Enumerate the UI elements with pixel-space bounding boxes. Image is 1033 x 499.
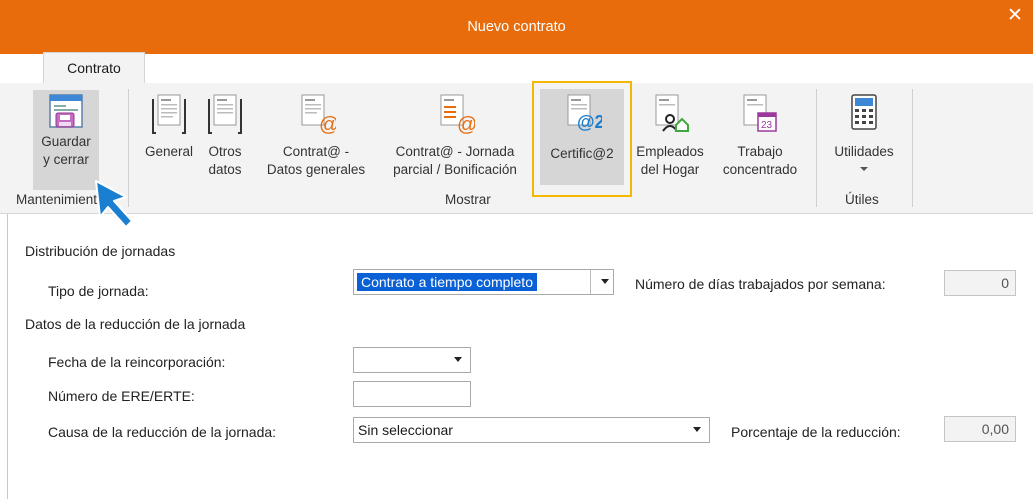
group-utiles: Útiles [845, 192, 879, 207]
window-title: Nuevo contrato [467, 19, 566, 35]
ere-label: Número de ERE/ERTE: [48, 388, 195, 404]
certifica2-button[interactable]: @2 Certific@2 [532, 81, 632, 197]
fecha-reincorporacion-picker[interactable] [353, 347, 471, 373]
general-label: General [144, 144, 194, 159]
title-bar: Nuevo contrato ✕ [0, 0, 1033, 54]
contrat-jornada-parcial-label: Contrat@ - Jornada parcial / Bonificació… [393, 144, 517, 177]
causa-reduccion-select[interactable]: Sin seleccionar [353, 417, 710, 443]
certifica2-badge: @2 [577, 112, 602, 132]
dropdown-divider [590, 270, 591, 294]
section-reduccion-title: Datos de la reducción de la jornada [25, 316, 246, 332]
home-worker-icon [655, 94, 689, 132]
calculator-icon [851, 94, 877, 130]
contrat-at-icon: @ [301, 94, 336, 136]
chevron-down-icon[interactable] [693, 427, 701, 432]
chevron-down-icon[interactable] [454, 357, 462, 362]
save-icon [49, 94, 83, 128]
dias-semana-label: Número de días trabajados por semana: [635, 276, 886, 292]
ribbon: Guardar y cerrar General Otros datos Con… [0, 81, 1033, 228]
tipo-jornada-select[interactable]: Contrato a tiempo completo [353, 269, 614, 295]
chevron-down-icon[interactable] [601, 279, 609, 284]
utilidades-button[interactable]: Utilidades [824, 87, 904, 171]
causa-reduccion-label: Causa de la reducción de la jornada: [48, 424, 277, 440]
save-and-close-button[interactable]: Guardar y cerrar [33, 90, 99, 190]
contrat-jornada-parcial-button[interactable]: @ Contrat@ - Jornada parcial / Bonificac… [380, 87, 530, 179]
cursor-arrow-icon [95, 180, 133, 228]
document-icon [152, 94, 186, 134]
utilidades-label: Utilidades [834, 144, 894, 159]
ere-input[interactable] [353, 381, 471, 407]
close-icon[interactable]: ✕ [1005, 6, 1025, 26]
tab-contrato[interactable]: Contrato [43, 52, 145, 84]
contrat-datos-generales-button[interactable]: @ Contrat@ - Datos generales [254, 87, 378, 179]
calendar-icon: 23 [743, 94, 777, 132]
otros-datos-label: Otros datos [208, 144, 242, 177]
certifica2-label: Certific@2 [550, 146, 614, 161]
porcentaje-reduccion-field[interactable]: 0,00 [944, 416, 1016, 442]
calendar-day: 23 [761, 120, 773, 131]
contrat-at-icon: @ [440, 94, 475, 136]
fecha-reincorporacion-label: Fecha de la reincorporación: [48, 354, 226, 370]
at-badge: @ [457, 114, 475, 136]
chevron-down-icon [860, 167, 868, 171]
tipo-jornada-label: Tipo de jornada: [48, 283, 149, 299]
document-icon [208, 94, 242, 134]
trabajo-concentrado-button[interactable]: 23 Trabajo concentrado [712, 87, 808, 179]
contrat-datos-generales-label: Contrat@ - Datos generales [266, 144, 366, 177]
separator [816, 89, 817, 207]
content-left-border [7, 214, 8, 499]
causa-reduccion-value: Sin seleccionar [358, 422, 453, 438]
empleados-hogar-button[interactable]: Empleados del Hogar [630, 87, 710, 179]
tipo-jornada-value: Contrato a tiempo completo [357, 273, 537, 291]
otros-datos-button[interactable]: Otros datos [200, 87, 250, 179]
save-and-close-label: Guardar y cerrar [41, 134, 91, 167]
group-mostrar: Mostrar [445, 192, 491, 207]
section-distribucion-title: Distribución de jornadas [25, 243, 176, 259]
empleados-hogar-label: Empleados del Hogar [636, 144, 704, 177]
separator [912, 89, 913, 207]
porcentaje-reduccion-label: Porcentaje de la reducción: [731, 424, 901, 440]
general-button[interactable]: General [138, 87, 200, 161]
trabajo-concentrado-label: Trabajo concentrado [722, 144, 798, 177]
certifica2-icon: @2 [567, 94, 602, 132]
dias-semana-field[interactable]: 0 [944, 270, 1016, 296]
at-badge: @ [319, 114, 336, 136]
